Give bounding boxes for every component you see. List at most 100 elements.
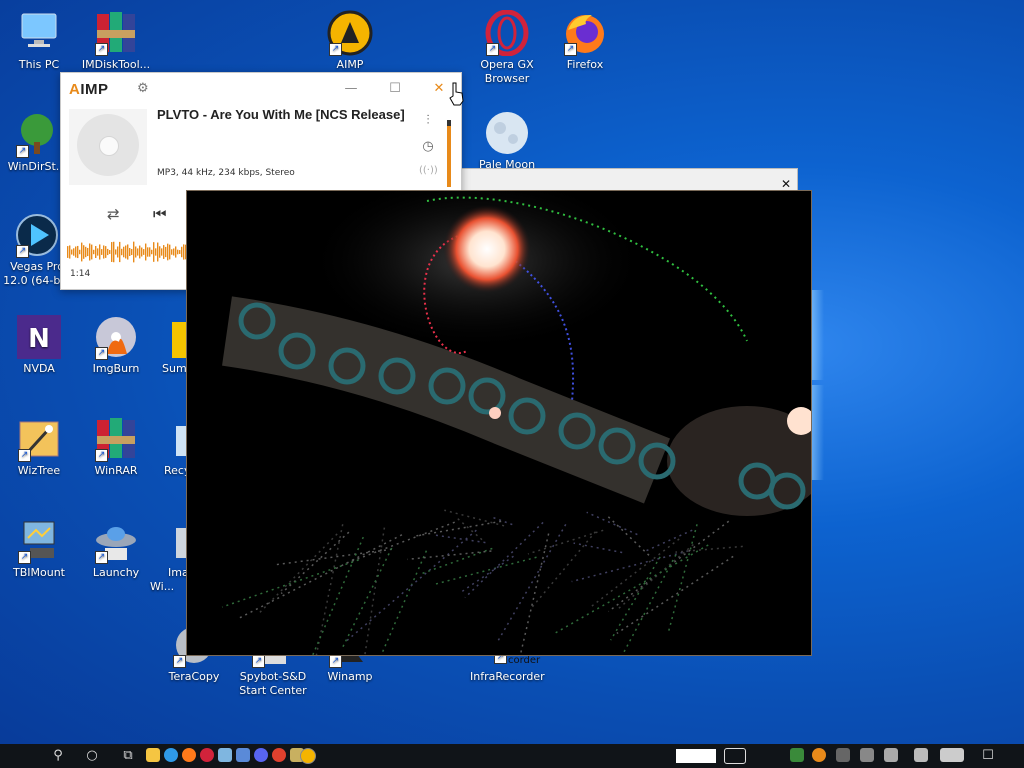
desktop-icon-sumatra[interactable]: Sum... xyxy=(150,314,197,376)
notification-icon[interactable]: ☐ xyxy=(978,747,998,765)
winrar-books-icon: ↗ xyxy=(93,10,139,56)
shortcut-arrow-icon: ↗ xyxy=(95,347,108,360)
taskbar-input-box[interactable] xyxy=(676,749,716,763)
desktop-icon-label: NVDA xyxy=(23,362,55,375)
shortcut-arrow-icon: ↗ xyxy=(329,655,342,668)
hand-cursor-icon xyxy=(449,82,464,106)
opera-icon[interactable] xyxy=(200,748,214,762)
news-icon[interactable] xyxy=(724,748,746,764)
search-tray-icon[interactable] xyxy=(812,748,826,762)
disc-icon xyxy=(77,114,139,176)
clock-icon[interactable]: ◷ xyxy=(419,139,437,154)
firefox-icon[interactable] xyxy=(182,748,196,762)
shortcut-arrow-icon: ↗ xyxy=(18,551,31,564)
visualizer-streak xyxy=(456,517,483,541)
discord-icon[interactable] xyxy=(254,748,268,762)
desktop-icon-label: TBIMount xyxy=(13,566,65,579)
visualizer-streak xyxy=(459,555,514,594)
aimp-logo-icon: ↗ xyxy=(327,10,373,56)
desktop-icon-winrar[interactable]: ↗ WinRAR xyxy=(79,416,153,478)
desktop-icon-this-pc[interactable]: This PC xyxy=(2,10,76,72)
nvda-icon: N xyxy=(16,314,62,360)
desktop-icon-label: This PC xyxy=(18,58,60,71)
opera-gx-icon: ↗ xyxy=(484,9,530,57)
pale-moon-icon xyxy=(484,110,530,156)
shortcut-arrow-icon: ↗ xyxy=(16,245,29,258)
aimp-titlebar[interactable]: AIMP ⚙ — ☐ ✕ xyxy=(61,73,461,105)
shortcut-arrow-icon: ↗ xyxy=(95,449,108,462)
desktop-icon-label: WinRAR xyxy=(94,464,138,477)
desktop-icon-tbimount[interactable]: ↗ TBIMount xyxy=(2,518,76,580)
shortcut-arrow-icon: ↗ xyxy=(564,43,577,56)
desktop-icon-launchy[interactable]: ↗ Launchy xyxy=(79,518,153,580)
aimp-taskbar-icon[interactable] xyxy=(300,748,316,764)
file-explorer-icon[interactable] xyxy=(146,748,160,762)
desktop-icon-opera-gx[interactable]: ↗ Opera GX Browser xyxy=(470,9,544,86)
shortcut-arrow-icon: ↗ xyxy=(16,145,29,158)
shortcut-arrow-icon: ↗ xyxy=(95,551,108,564)
task-view-icon[interactable]: ⧉ xyxy=(118,747,138,765)
browser-icon[interactable] xyxy=(164,748,178,762)
volume-bar[interactable] xyxy=(447,120,451,187)
visualizer-streak xyxy=(221,559,359,608)
volume-muted-icon[interactable] xyxy=(884,748,898,762)
gear-icon[interactable]: ⚙ xyxy=(137,81,149,96)
visualizer-streak xyxy=(407,550,492,561)
desktop-icon-label: TeraCopy xyxy=(168,670,220,683)
track-title: PLVTO - Are You With Me [NCS Release] xyxy=(157,107,405,122)
visualizer-streak xyxy=(606,515,650,556)
visualizer-streak xyxy=(644,529,693,553)
visualizer-streak xyxy=(280,531,350,595)
desktop-icon-recycle-bin[interactable]: Recy... xyxy=(150,416,199,478)
desktop-icon-imdisk[interactable]: ↗ IMDiskTool... xyxy=(79,10,153,72)
waveform-seekbar[interactable] xyxy=(67,241,197,263)
desktop-icon-label: Launchy xyxy=(92,566,140,579)
desktop-icon-firefox[interactable]: ↗ Firefox xyxy=(548,10,622,72)
visualizer-streak xyxy=(675,545,743,553)
app-icon[interactable] xyxy=(236,748,250,762)
visualizer-streak xyxy=(257,533,338,615)
tray-app-icon[interactable] xyxy=(790,748,804,762)
wiztree-wand-icon: ↗ xyxy=(16,416,62,462)
repeat-icon[interactable]: ⇄ xyxy=(107,205,120,223)
vegas-play-icon: ↗ xyxy=(14,212,60,258)
tbimount-icon[interactable] xyxy=(218,748,232,762)
taskbar[interactable]: ⚲ ○ ⧉ ☐ xyxy=(0,744,1024,768)
shortcut-arrow-icon: ↗ xyxy=(486,43,499,56)
equalizer-icon[interactable]: ⫶ xyxy=(419,113,437,128)
desktop-icon-nvda[interactable]: N NVDA xyxy=(2,314,76,376)
previous-track-icon[interactable]: ⏮ xyxy=(153,205,167,223)
desktop-icon-label: WizTree xyxy=(17,464,61,477)
desktop-icon-imgburn[interactable]: ↗ ImgBurn xyxy=(79,314,153,376)
visualizer-streak xyxy=(519,533,550,655)
desktop-icon-imagewriter[interactable]: Ima... Wi... xyxy=(150,518,199,594)
visualizer-streak xyxy=(419,547,493,575)
desktop-icon-label: ImgBurn xyxy=(92,362,140,375)
cortana-icon[interactable]: ○ xyxy=(82,747,102,765)
chrome-icon[interactable] xyxy=(272,748,286,762)
desktop-icon-label: WinDirSt... xyxy=(7,160,67,173)
desktop-icon-pale-moon[interactable]: Pale Moon xyxy=(470,110,544,172)
infrarecorder-icon-text: corder xyxy=(508,655,541,666)
visualizer-streak xyxy=(491,516,513,526)
broadcast-icon[interactable]: ((·)) xyxy=(419,165,438,176)
maximize-button[interactable]: ☐ xyxy=(383,79,407,99)
network-icon[interactable] xyxy=(860,748,874,762)
minimize-button[interactable]: — xyxy=(339,79,363,99)
shortcut-arrow-icon: ↗ xyxy=(329,43,342,56)
close-icon[interactable]: ✕ xyxy=(781,177,791,191)
pen-icon[interactable] xyxy=(914,748,928,762)
desktop-icon-aimp[interactable]: ↗ AIMP xyxy=(313,10,387,72)
visualizer-streak xyxy=(364,527,386,655)
elapsed-time: 1:14 xyxy=(70,269,91,279)
keyboard-icon[interactable] xyxy=(940,748,964,762)
search-icon[interactable]: ⚲ xyxy=(48,747,68,765)
winrar-books-icon: ↗ xyxy=(93,416,139,462)
desktop-icon-wiztree[interactable]: ↗ WizTree xyxy=(2,416,76,478)
sumatra-icon xyxy=(168,314,188,360)
tray-app-icon[interactable] xyxy=(836,748,850,762)
shortcut-arrow-icon: ↗ xyxy=(95,43,108,56)
aimp-logo: AIMP xyxy=(69,81,109,98)
visualizer-streak xyxy=(380,550,428,655)
visualization-window[interactable] xyxy=(186,190,812,656)
